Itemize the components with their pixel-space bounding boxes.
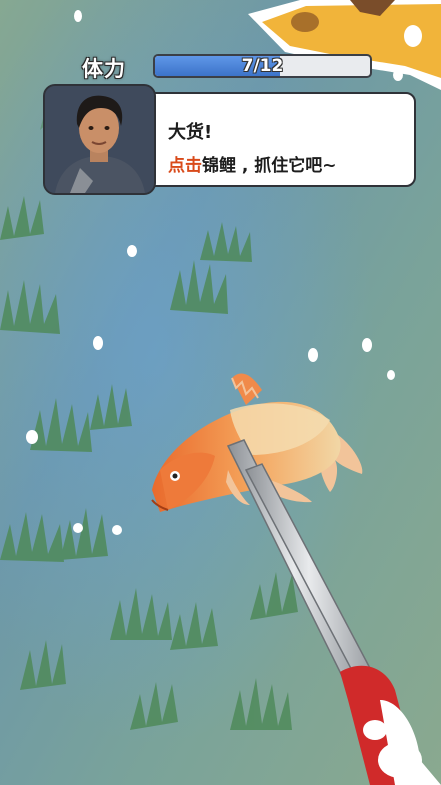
stamina-value: 7/12 [241,56,284,76]
character-portrait-icon [43,84,156,195]
stamina-label: 体力 [82,57,126,81]
dialog-box: 大货! 点击锦鲤 , 抓住它吧~ [130,92,416,187]
dialog-line-1: 大货! [168,122,213,143]
stamina-bar: 7/12 [153,54,372,78]
dialog-line-2-rest: 锦鲤 , 抓住它吧~ [202,156,337,176]
dialog-line-2: 点击锦鲤 , 抓住它吧~ [168,151,337,176]
dialog-highlight-word: 点击 [168,156,202,176]
